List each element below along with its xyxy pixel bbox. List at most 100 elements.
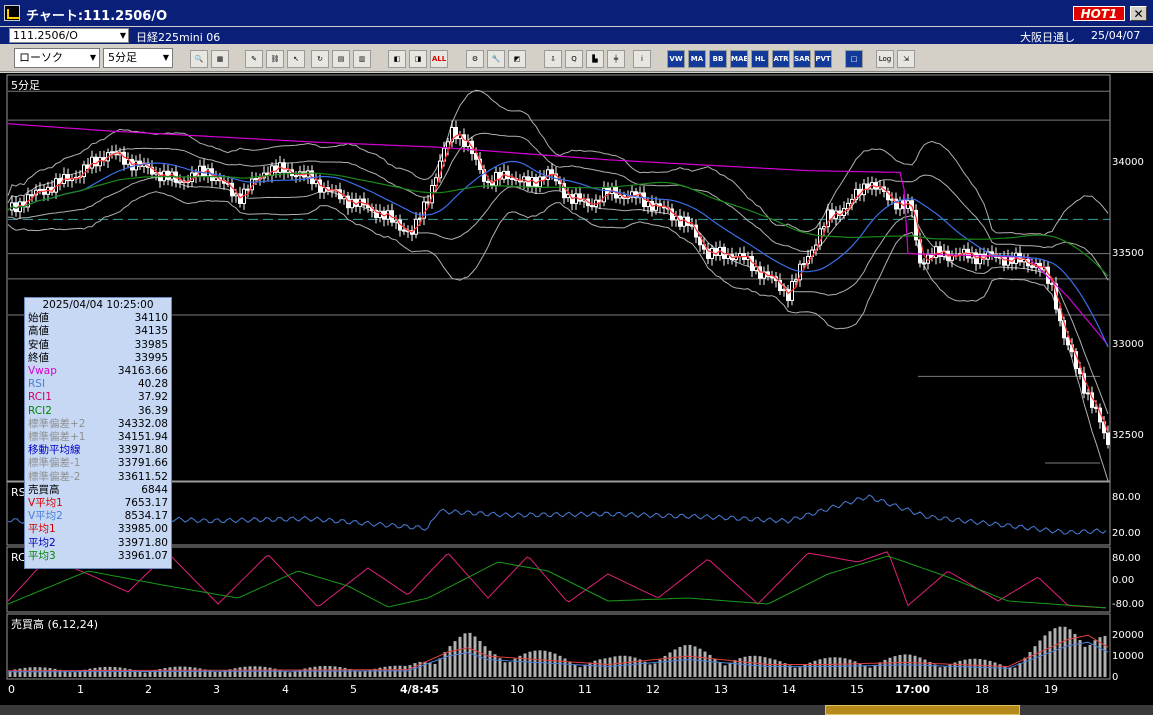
- chart-type-select[interactable]: ローソク ▼: [14, 48, 100, 68]
- x-tick-label: 4: [282, 683, 289, 696]
- volume-bar: [1038, 640, 1042, 677]
- cursor-button[interactable]: ↖: [287, 50, 305, 68]
- tooltip-label: RCI2: [28, 404, 52, 417]
- volume-bar: [553, 653, 557, 677]
- volume-bar: [928, 661, 932, 677]
- volume-bar: [508, 661, 512, 677]
- volume-bar: [843, 658, 847, 677]
- scrollbar-thumb[interactable]: [825, 705, 1020, 715]
- zoom-button[interactable]: 🔍: [190, 50, 208, 68]
- info-button[interactable]: i: [633, 50, 651, 68]
- volume-bar: [758, 656, 762, 677]
- chart-canvas[interactable]: 5分足 RSI RCI 売買高 (6,12,24) 34000 33500 33…: [0, 73, 1153, 705]
- volume-bar: [993, 662, 997, 677]
- symbol-code: 111.2506/O: [13, 29, 78, 42]
- bar-chart-button[interactable]: ▙: [586, 50, 604, 68]
- x-tick-label: 5: [350, 683, 357, 696]
- title-bar[interactable]: チャート:111.2506/O HOT1 ✕: [0, 0, 1153, 26]
- price-tick-33500: 33500: [1112, 248, 1144, 259]
- candle-body: [254, 178, 258, 181]
- grid-button[interactable]: ▦: [211, 50, 229, 68]
- candle-add-button[interactable]: ╪: [607, 50, 625, 68]
- tooltip-row: 標準偏差+2 34332.08: [28, 418, 168, 431]
- volume-bar: [628, 656, 632, 677]
- tooltip-value: 6844: [141, 483, 168, 496]
- hl-button[interactable]: HL: [751, 50, 769, 68]
- tooltip-label: 標準偏差-1: [28, 457, 81, 470]
- mae-button[interactable]: MAE: [730, 50, 748, 68]
- x-tick-label: 12: [646, 683, 660, 696]
- volume-bar: [778, 661, 782, 677]
- volume-bar: [683, 645, 687, 677]
- volume-bar: [648, 664, 652, 677]
- candle-body: [418, 217, 422, 220]
- tooltip-row: 安値 33985: [28, 339, 168, 352]
- tooltip-label: 売買高: [28, 483, 60, 496]
- refresh-button[interactable]: ↻: [311, 50, 329, 68]
- chart-background: [0, 73, 1153, 705]
- volume-bar: [703, 651, 707, 677]
- ma-button[interactable]: MA: [688, 50, 706, 68]
- tooltip-row: 始値 34110: [28, 312, 168, 325]
- chart-area[interactable]: 5分足 RSI RCI 売買高 (6,12,24) 34000 33500 33…: [0, 73, 1153, 715]
- symbol-input[interactable]: 111.2506/O ▼: [9, 28, 129, 43]
- arrow-down-button[interactable]: ⇩: [544, 50, 562, 68]
- candle-right-button[interactable]: ◨: [409, 50, 427, 68]
- tooltip-row: 売買高 6844: [28, 484, 168, 497]
- candle-left-button[interactable]: ◧: [388, 50, 406, 68]
- settings-button[interactable]: ⚙: [466, 50, 484, 68]
- close-button[interactable]: ✕: [1130, 6, 1147, 21]
- volume-bar: [748, 655, 752, 677]
- vwap-button[interactable]: VW: [667, 50, 685, 68]
- zoom-search-button[interactable]: Q: [565, 50, 583, 68]
- trash-button[interactable]: ▥: [353, 50, 371, 68]
- color-button[interactable]: ◩: [508, 50, 526, 68]
- volume-bar: [468, 632, 472, 677]
- horizontal-scrollbar[interactable]: [0, 705, 1153, 715]
- volume-bar: [983, 659, 987, 677]
- x-tick-label: 3: [213, 683, 220, 696]
- volume-bar: [833, 657, 837, 677]
- tooltip-label: 移動平均線: [28, 444, 81, 457]
- tooltip-row: V平均2 8534.17: [28, 510, 168, 523]
- pen-button[interactable]: ✎: [245, 50, 263, 68]
- volume-bar: [938, 667, 942, 677]
- atr-button[interactable]: ATR: [772, 50, 790, 68]
- all-button[interactable]: ALL: [430, 50, 448, 68]
- tooltip-label: 高値: [28, 325, 49, 338]
- doc-button[interactable]: ▤: [332, 50, 350, 68]
- tooltip-value: 33985: [134, 338, 168, 351]
- log-button[interactable]: Log: [876, 50, 894, 68]
- volume-bar: [268, 667, 272, 677]
- volume-bar: [988, 660, 992, 677]
- x-tick-label: 2: [145, 683, 152, 696]
- rci-tick-80: 80.00: [1112, 553, 1141, 564]
- candle-body: [934, 246, 938, 259]
- tooltip-row: V平均1 7653.17: [28, 497, 168, 510]
- bb-button[interactable]: BB: [709, 50, 727, 68]
- candle-body: [214, 177, 218, 182]
- volume-bar: [598, 659, 602, 677]
- sar-button[interactable]: SAR: [793, 50, 811, 68]
- volume-bar: [363, 671, 367, 677]
- volume-bar: [883, 659, 887, 677]
- hot-badge[interactable]: HOT1: [1073, 6, 1125, 21]
- volume-bar: [728, 662, 732, 677]
- wrench-button[interactable]: 🔧: [487, 50, 505, 68]
- volume-bar: [473, 636, 477, 677]
- pvt-button[interactable]: PVT: [814, 50, 832, 68]
- volume-bar: [213, 671, 217, 677]
- volume-bar: [1008, 667, 1012, 677]
- volume-bar: [453, 641, 457, 677]
- interval-select[interactable]: 5分足 ▼: [103, 48, 173, 68]
- chevron-down-icon: ▼: [89, 53, 96, 62]
- export-button[interactable]: ⇲: [897, 50, 915, 68]
- link-button[interactable]: ⛓: [266, 50, 284, 68]
- x-tick-label: 15: [850, 683, 864, 696]
- data-tooltip-panel: 2025/04/04 10:25:00 始値 34110 高値 34135 安値 3398…: [24, 297, 172, 569]
- candle-body: [282, 162, 286, 173]
- tooltip-row: Vwap 34163.66: [28, 365, 168, 378]
- volume-bar: [818, 659, 822, 677]
- chevron-down-icon[interactable]: ▼: [120, 29, 126, 42]
- box-button[interactable]: □: [845, 50, 863, 68]
